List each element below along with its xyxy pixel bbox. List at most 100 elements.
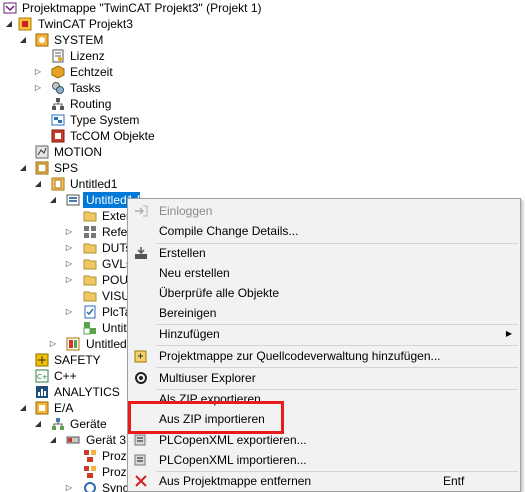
plcopen-import-icon	[133, 453, 149, 467]
tree-item-sync-units[interactable]: ▷ Sync	[0, 480, 128, 492]
expanded-arrow-icon[interactable]: ◢	[18, 400, 28, 416]
tree-item-duts[interactable]: ▷ DUTs	[0, 240, 131, 256]
devices-icon	[51, 417, 65, 431]
tree-item-cpp[interactable]: C+ C++	[0, 368, 128, 384]
realtime-icon	[51, 65, 65, 79]
tree-label: Tasks	[70, 81, 101, 95]
expanded-arrow-icon[interactable]: ◢	[18, 32, 28, 48]
tree-item-safety[interactable]: SAFETY	[0, 352, 128, 368]
menu-label: Multiuser Explorer	[159, 371, 256, 385]
process-image-icon	[83, 465, 97, 479]
collapsed-arrow-icon[interactable]: ▷	[33, 64, 43, 80]
expanded-arrow-icon[interactable]: ◢	[48, 192, 58, 208]
analytics-icon	[35, 385, 49, 399]
tree-item-solution[interactable]: Projektmappe "TwinCAT Projekt3" (Projekt…	[0, 0, 525, 16]
tree-item-process-image-1[interactable]: Proze	[0, 448, 133, 464]
collapsed-arrow-icon[interactable]: ▷	[64, 256, 74, 272]
tree-label: SAFETY	[54, 353, 101, 367]
tasks-icon	[51, 81, 65, 95]
menu-item-login[interactable]: Einloggen	[128, 201, 520, 221]
collapsed-arrow-icon[interactable]: ▷	[64, 272, 74, 288]
menu-label: Erstellen	[159, 246, 206, 260]
menu-label: Einloggen	[159, 204, 213, 218]
menu-label: Neu erstellen	[159, 266, 230, 280]
tree-item-geraet3[interactable]: ◢ Gerät 3 (	[0, 432, 133, 448]
plc-task-icon	[83, 305, 97, 319]
tree-item-process-image-2[interactable]: Proze	[0, 464, 133, 480]
menu-item-clean[interactable]: Bereinigen	[128, 303, 520, 323]
collapsed-arrow-icon[interactable]: ▷	[64, 240, 74, 256]
tmc-file-icon	[83, 321, 97, 335]
tree-item-type-system[interactable]: Type System	[0, 112, 525, 128]
tree-item-untitled1[interactable]: ◢ Untitled1	[0, 176, 525, 192]
tree-item-untitled1-project[interactable]: ◢ Untitled1 Project	[0, 192, 140, 208]
menu-item-rebuild[interactable]: Neu erstellen	[128, 263, 520, 283]
license-icon	[51, 49, 65, 63]
menu-label: Überprüfe alle Objekte	[159, 286, 280, 300]
safety-icon	[35, 353, 49, 367]
menu-item-multiuser-explorer[interactable]: Multiuser Explorer	[128, 368, 520, 388]
expanded-arrow-icon[interactable]: ◢	[33, 176, 43, 192]
tree-item-tccom[interactable]: TcCOM Objekte	[0, 128, 525, 144]
tree-label: TwinCAT Projekt3	[38, 17, 133, 31]
tree-item-geraete[interactable]: ◢ Geräte	[0, 416, 128, 432]
tree-item-gvls[interactable]: ▷ GVLs	[0, 256, 132, 272]
menu-item-build[interactable]: Erstellen	[128, 243, 520, 263]
menu-item-import-plcopenxml[interactable]: PLCopenXML importieren...	[128, 450, 520, 470]
tree-item-routing[interactable]: Routing	[0, 96, 525, 112]
tree-item-sps[interactable]: ◢ SPS	[0, 160, 525, 176]
tree-item-tasks[interactable]: ▷ Tasks	[0, 80, 525, 96]
menu-item-check-all-objects[interactable]: Überprüfe alle Objekte	[128, 283, 520, 303]
menu-item-add[interactable]: Hinzufügen ▶	[128, 324, 520, 344]
context-menu: Einloggen Compile Change Details... Erst…	[127, 198, 521, 492]
device-icon	[66, 433, 80, 447]
tree-item-motion[interactable]: MOTION	[0, 144, 525, 160]
tree-item-system[interactable]: ◢ SYSTEM	[0, 32, 525, 48]
tree-label: Routing	[70, 97, 112, 111]
tree-item-untitled1-instance[interactable]: ▷ Untitled1	[0, 336, 133, 352]
collapsed-arrow-icon[interactable]: ▷	[64, 480, 74, 492]
menu-item-compile-change-details[interactable]: Compile Change Details...	[128, 221, 520, 241]
menu-label: Aus Projektmappe entfernen	[159, 474, 312, 488]
expanded-arrow-icon[interactable]: ◢	[18, 160, 28, 176]
highlight-annotation-box	[128, 401, 284, 434]
type-system-icon	[51, 113, 65, 127]
twincat-project-icon	[18, 17, 32, 31]
tree-item-lizenz[interactable]: Lizenz	[0, 48, 525, 64]
tree-label: E/A	[54, 401, 74, 415]
plc-icon	[35, 161, 49, 175]
menu-label: PLCopenXML importieren...	[159, 453, 307, 467]
tree-item-pous[interactable]: ▷ POUs	[0, 272, 134, 288]
tree-item-visus[interactable]: VISUs	[0, 288, 136, 304]
folder-icon	[83, 257, 97, 271]
collapsed-arrow-icon[interactable]: ▷	[64, 224, 74, 240]
expanded-arrow-icon[interactable]: ◢	[33, 416, 43, 432]
tree-label: SYSTEM	[54, 33, 104, 47]
menu-item-remove-from-solution[interactable]: Aus Projektmappe entfernen Entf	[128, 471, 520, 491]
references-icon	[83, 225, 97, 239]
tree-item-project[interactable]: ◢ TwinCAT Projekt3	[0, 16, 525, 32]
tree-item-echtzeit[interactable]: ▷ Echtzeit	[0, 64, 525, 80]
tree-item-references[interactable]: ▷ Refer	[0, 224, 131, 240]
menu-item-add-to-source-control[interactable]: Projektmappe zur Quellcodeverwaltung hin…	[128, 346, 520, 366]
expanded-arrow-icon[interactable]: ◢	[4, 16, 14, 32]
menu-label: Compile Change Details...	[159, 224, 299, 238]
expanded-arrow-icon[interactable]: ◢	[48, 432, 58, 448]
tree-item-untitled-tmc[interactable]: Untit	[0, 320, 128, 336]
tree-item-ea[interactable]: ◢ E/A	[0, 400, 128, 416]
tccom-objects-icon	[51, 129, 65, 143]
menu-shortcut: Entf	[443, 474, 465, 488]
menu-label: Projektmappe zur Quellcodeverwaltung hin…	[159, 349, 441, 363]
tree-item-plctask[interactable]: ▷ PlcTa	[0, 304, 131, 320]
source-control-icon	[133, 349, 149, 363]
multiuser-icon	[133, 371, 149, 385]
collapsed-arrow-icon[interactable]: ▷	[48, 336, 58, 352]
collapsed-arrow-icon[interactable]: ▷	[33, 80, 43, 96]
system-icon	[35, 33, 49, 47]
plc-project-icon	[51, 177, 65, 191]
tree-item-external-types[interactable]: Exter	[0, 208, 130, 224]
collapsed-arrow-icon[interactable]: ▷	[64, 304, 74, 320]
tree-label: Untitled1	[70, 177, 118, 191]
solution-icon	[3, 1, 17, 15]
tree-item-analytics[interactable]: ANALYTICS	[0, 384, 128, 400]
